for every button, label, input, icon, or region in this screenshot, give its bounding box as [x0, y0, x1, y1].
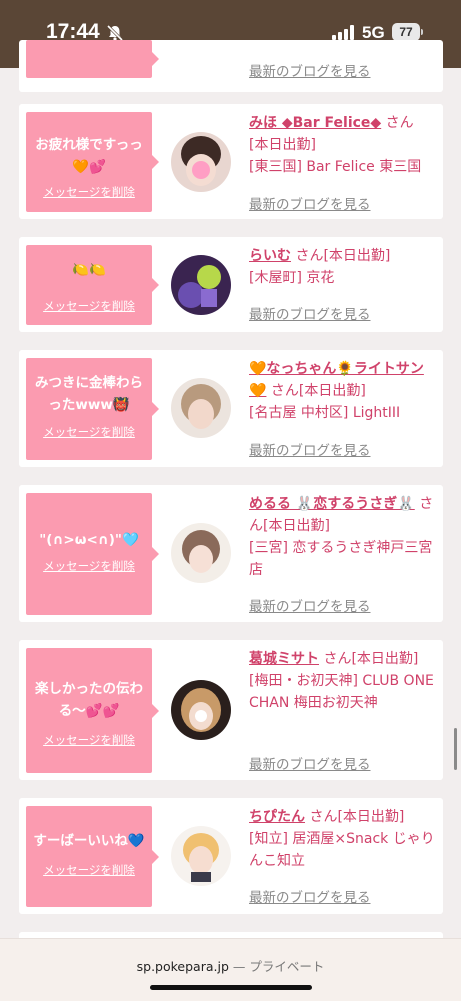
- cast-location: [知立] 居酒屋×Snack じゃりんこ知立: [249, 831, 435, 869]
- message-card: みつきに金棒わらったwww👹 メッセージを削除 🧡なっちゃん🌻ライトサン🧡 さん…: [19, 350, 443, 467]
- message-card: お疲れ様ですっっ🧡💕 メッセージを削除 みほ ◆Bar Felice◆ さん […: [19, 104, 443, 219]
- cast-location: [木屋町] 京花: [249, 270, 335, 286]
- cast-status: [本日出勤]: [323, 248, 391, 264]
- browser-url-bar[interactable]: sp.pokepara.jp — プライベート: [0, 938, 461, 1001]
- blog-link[interactable]: 最新のブログを見る: [249, 753, 371, 773]
- avatar[interactable]: [171, 826, 231, 886]
- message-text: 楽しかったの伝わる〜💕💕: [35, 681, 143, 719]
- battery-icon: 77: [392, 23, 420, 41]
- cast-status: [本日出勤]: [298, 383, 366, 399]
- message-card: 🍋🍋 メッセージを削除 らいむ さん[本日出勤] [木屋町] 京花 最新のブログ…: [19, 237, 443, 332]
- cast-location: [名古屋 中村区] LightIII: [249, 405, 401, 421]
- message-bubble: 🍋🍋 メッセージを削除: [26, 245, 159, 325]
- cast-info: らいむ さん[本日出勤] [木屋町] 京花: [249, 245, 435, 289]
- cast-name[interactable]: みほ ◆Bar Felice◆: [249, 115, 381, 131]
- cast-suffix: さん: [270, 383, 299, 399]
- blog-link[interactable]: 最新のブログを見る: [249, 595, 371, 615]
- delete-message-link[interactable]: メッセージを削除: [26, 298, 152, 314]
- message-bubble: みつきに金棒わらったwww👹 メッセージを削除: [26, 358, 159, 460]
- delete-message-link[interactable]: メッセージを削除: [26, 424, 152, 440]
- delete-message-link[interactable]: メッセージを削除: [26, 184, 152, 200]
- cast-status: [本日出勤]: [337, 809, 405, 825]
- message-bubble: 楽しかったの伝わる〜💕💕 メッセージを削除: [26, 648, 159, 773]
- home-indicator[interactable]: [150, 985, 312, 990]
- message-text: 🍋🍋: [72, 262, 106, 278]
- delete-message-link[interactable]: メッセージを削除: [26, 558, 152, 574]
- cast-location: [三宮] 恋するうさぎ神戸三宮店: [249, 540, 433, 578]
- cast-location: [梅田・お初天神] CLUB ONE CHAN 梅田お初天神: [249, 673, 434, 711]
- battery-tip: [421, 29, 423, 35]
- blog-link[interactable]: 最新のブログを見る: [249, 193, 371, 213]
- message-card: 楽しかったの伝わる〜💕💕 メッセージを削除 葛城ミサト さん[本日出勤] [梅田…: [19, 640, 443, 780]
- blog-link[interactable]: 最新のブログを見る: [249, 439, 371, 459]
- cast-info: めるる 🐰恋するうさぎ🐰 さん[本日出勤] [三宮] 恋するうさぎ神戸三宮店: [249, 493, 435, 581]
- delete-message-link[interactable]: メッセージを削除: [26, 862, 152, 878]
- url-separator: —: [232, 959, 246, 974]
- cast-suffix: さん: [309, 809, 338, 825]
- message-text: すーばーいいね💙: [33, 833, 145, 849]
- message-text: お疲れ様ですっっ🧡💕: [35, 137, 143, 175]
- cast-suffix: さん: [323, 651, 352, 667]
- cast-name[interactable]: らいむ: [249, 248, 291, 264]
- cast-info: ちぴたん さん[本日出勤] [知立] 居酒屋×Snack じゃりんこ知立: [249, 806, 435, 872]
- avatar[interactable]: [171, 132, 231, 192]
- blog-link[interactable]: 最新のブログを見る: [249, 60, 371, 80]
- delete-message-link[interactable]: メッセージを削除: [26, 732, 152, 748]
- cast-name[interactable]: 葛城ミサト: [249, 651, 319, 667]
- cast-name[interactable]: めるる 🐰恋するうさぎ🐰: [249, 496, 415, 512]
- cellular-signal-icon: [332, 25, 354, 40]
- message-bubble: [26, 40, 159, 78]
- cast-info: 🧡なっちゃん🌻ライトサン🧡 さん[本日出勤] [名古屋 中村区] LightII…: [249, 358, 435, 424]
- cast-status: [本日出勤]: [351, 651, 419, 667]
- url-domain: sp.pokepara.jp: [136, 959, 229, 974]
- cast-name[interactable]: ちぴたん: [249, 809, 305, 825]
- message-card: "(∩>ω<∩)"🩵 メッセージを削除 めるる 🐰恋するうさぎ🐰 さん[本日出勤…: [19, 485, 443, 622]
- message-bubble: "(∩>ω<∩)"🩵 メッセージを削除: [26, 493, 159, 615]
- cast-suffix: さん: [385, 115, 414, 131]
- url-text[interactable]: sp.pokepara.jp — プライベート: [0, 956, 461, 975]
- message-card: すーばーいいね💙 メッセージを削除 ちぴたん さん[本日出勤] [知立] 居酒屋…: [19, 798, 443, 914]
- message-bubble: お疲れ様ですっっ🧡💕 メッセージを削除: [26, 112, 159, 212]
- message-text: みつきに金棒わらったwww👹: [35, 375, 143, 413]
- cast-status: [本日出勤]: [249, 137, 316, 153]
- scrollbar[interactable]: [454, 728, 457, 770]
- cast-info: みほ ◆Bar Felice◆ さん [本日出勤] [東三国] Bar Feli…: [249, 112, 435, 178]
- avatar[interactable]: [171, 523, 231, 583]
- avatar[interactable]: [171, 680, 231, 740]
- cast-info: 葛城ミサト さん[本日出勤] [梅田・お初天神] CLUB ONE CHAN 梅…: [249, 648, 435, 714]
- cast-location: [東三国] Bar Felice 東三国: [249, 159, 422, 175]
- message-text: "(∩>ω<∩)"🩵: [39, 532, 139, 548]
- avatar[interactable]: [171, 378, 231, 438]
- blog-link[interactable]: 最新のブログを見る: [249, 303, 371, 323]
- cast-status: [本日出勤]: [263, 518, 330, 534]
- private-mode-label: プライベート: [249, 959, 325, 974]
- cast-suffix: さん: [295, 248, 324, 264]
- avatar[interactable]: [171, 255, 231, 315]
- message-bubble: すーばーいいね💙 メッセージを削除: [26, 806, 159, 907]
- blog-link[interactable]: 最新のブログを見る: [249, 886, 371, 906]
- message-card-partial: 最新のブログを見る: [19, 40, 443, 92]
